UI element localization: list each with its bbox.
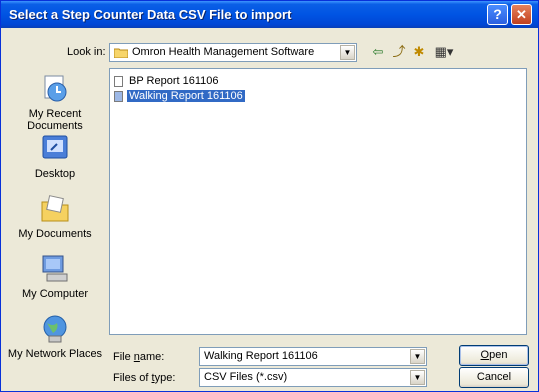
place-label: My Documents (18, 228, 92, 240)
place-label: My Computer (21, 288, 89, 300)
file-icon (114, 90, 123, 102)
dialog-title: Select a Step Counter Data CSV File to i… (9, 7, 292, 22)
place-network-places[interactable]: My Network Places (7, 314, 103, 360)
cancel-button[interactable]: Cancel (459, 367, 529, 388)
recent-documents-icon (44, 75, 67, 102)
place-desktop[interactable]: Desktop (7, 134, 103, 180)
file-type-dropdown[interactable]: CSV Files (*.csv) ▼ (199, 368, 427, 387)
place-label: My Recent Documents (27, 108, 83, 132)
views-menu-icon[interactable]: ▦▾ (431, 44, 457, 60)
look-in-dropdown[interactable]: Omron Health Management Software ▼ (109, 43, 357, 62)
look-in-value: Omron Health Management Software (132, 46, 315, 58)
open-button[interactable]: Open (459, 345, 529, 366)
place-my-documents[interactable]: My Documents (7, 194, 103, 240)
file-type-value: CSV Files (*.csv) (204, 371, 288, 383)
chevron-down-icon[interactable]: ▼ (410, 349, 425, 364)
open-file-dialog: Select a Step Counter Data CSV File to i… (0, 0, 539, 392)
file-list[interactable]: BP Report 161106 Walking Report 161106 (109, 68, 527, 335)
place-recent-documents[interactable]: My Recent Documents (7, 74, 103, 132)
place-my-computer[interactable]: My Computer (7, 254, 103, 300)
title-bar[interactable]: Select a Step Counter Data CSV File to i… (1, 1, 538, 28)
close-button[interactable]: ✕ (511, 4, 532, 25)
file-item-selected[interactable]: Walking Report 161106 (114, 90, 245, 104)
file-name-label: File name: (113, 351, 165, 363)
network-places-icon (43, 315, 67, 343)
file-icon (114, 75, 123, 87)
file-name: BP Report 161106 (129, 75, 219, 88)
look-in-label: Look in: (67, 46, 106, 58)
new-folder-icon[interactable]: ✱ (410, 44, 428, 60)
chevron-down-icon[interactable]: ▼ (410, 370, 425, 385)
file-item[interactable]: BP Report 161106 (114, 75, 221, 89)
place-label: My Network Places (7, 348, 103, 360)
my-documents-icon (41, 195, 69, 222)
back-icon[interactable]: ⇦ (369, 44, 387, 60)
chevron-down-icon[interactable]: ▼ (340, 45, 355, 60)
file-name-field[interactable]: Walking Report 161106 ▼ (199, 347, 427, 366)
file-name-value: Walking Report 161106 (204, 350, 318, 362)
folder-icon (114, 48, 128, 58)
file-type-label: Files of type: (113, 372, 176, 384)
help-button[interactable]: ? (487, 4, 508, 25)
my-computer-icon (42, 255, 68, 282)
up-folder-icon[interactable]: ⤴ (390, 44, 408, 60)
desktop-icon (42, 135, 68, 159)
places-bar: My Recent Documents Desktop My Documents (7, 68, 103, 384)
place-label: Desktop (34, 168, 76, 180)
file-name: Walking Report 161106 (127, 90, 245, 103)
